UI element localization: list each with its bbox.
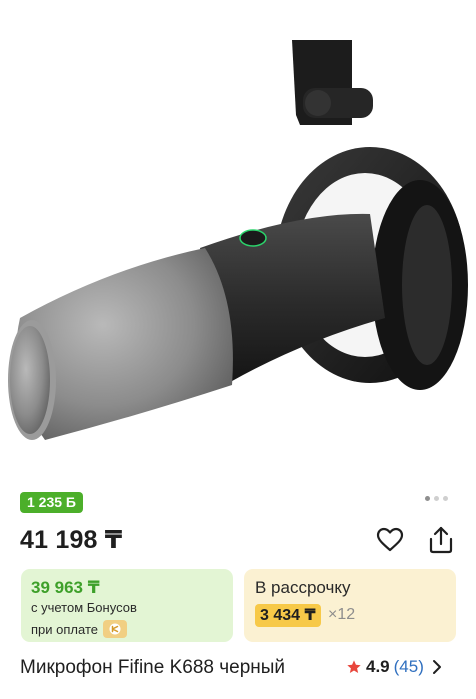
bonus-payment-caption: при оплате: [31, 621, 98, 637]
product-image[interactable]: [0, 0, 476, 485]
product-title: Микрофон Fifine K688 черный: [20, 657, 286, 678]
gallery-dot[interactable]: [434, 496, 439, 501]
rating-value: 4.9: [366, 657, 390, 676]
share-button[interactable]: [426, 525, 456, 555]
installment-months: ×12: [328, 606, 356, 623]
chevron-right-icon: [432, 660, 441, 674]
review-count: (45): [393, 657, 424, 676]
heart-icon: [376, 527, 404, 552]
gallery-pagination[interactable]: [425, 496, 448, 501]
rating-link[interactable]: 4.9 (45): [346, 657, 442, 677]
bonus-payment-row: при оплате: [31, 620, 127, 638]
product-price: 41 198 ₸: [20, 526, 123, 554]
bonus-caption: с учетом Бонусов: [31, 600, 137, 615]
installment-title: В рассрочку: [255, 578, 351, 597]
bonus-price-card[interactable]: 39 963 ₸ с учетом Бонусов при оплате: [21, 569, 233, 642]
installment-amount: 3 434 ₸: [255, 604, 321, 627]
gallery-dot[interactable]: [443, 496, 448, 501]
favorite-button[interactable]: [375, 525, 405, 555]
installment-card[interactable]: В рассрочку 3 434 ₸ ×12: [244, 569, 456, 642]
share-icon: [429, 526, 453, 554]
gallery-dot-active[interactable]: [425, 496, 430, 501]
bonus-price: 39 963 ₸: [31, 578, 100, 597]
bonus-badge: 1 235 Б: [20, 492, 83, 513]
payment-icon: [102, 620, 127, 638]
star-icon: [347, 660, 361, 673]
